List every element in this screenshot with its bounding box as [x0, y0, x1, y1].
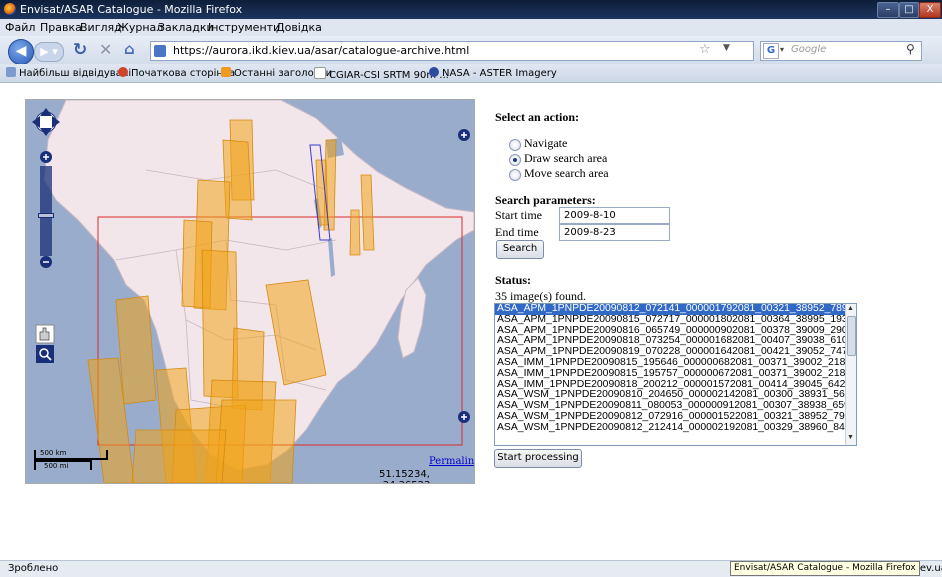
page-icon	[314, 67, 326, 79]
address-url: https://aurora.ikd.kiev.ua/asar/catalogu…	[173, 44, 470, 57]
draw-search-area-label[interactable]: Draw search area	[524, 151, 607, 166]
window-title: Envisat/ASAR Catalogue - Mozilla Firefox	[20, 3, 243, 16]
move-search-area-radio[interactable]	[509, 169, 521, 181]
scroll-down-icon[interactable]: ▼	[847, 434, 854, 441]
mouse-coordinates: 51.15234, -34.36523	[379, 469, 430, 483]
firefox-icon	[4, 3, 16, 15]
result-item[interactable]: ASA_APM_1PNPDE20090815_072717_0000018020…	[495, 314, 856, 326]
bookmark-home-page[interactable]: Початкова сторінка	[118, 67, 235, 79]
start-processing-button[interactable]: Start processing	[494, 449, 582, 468]
window-title-bar: Envisat/ASAR Catalogue - Mozilla Firefox…	[0, 0, 942, 19]
map-view[interactable]: 500 km 500 mi Permalink 51.15234, -34.36…	[25, 99, 475, 484]
result-item[interactable]: ASA_IMM_1PNPDE20090815_195757_0000006720…	[495, 368, 856, 380]
search-button[interactable]: Search	[496, 240, 544, 259]
zoom-bar[interactable]	[38, 151, 54, 268]
params-heading: Search parameters:	[495, 193, 596, 207]
maximize-button[interactable]: □	[899, 2, 919, 18]
back-button[interactable]: ◀	[8, 39, 34, 65]
scale-mi: 500 mi	[44, 462, 69, 470]
bookmark-most-visited[interactable]: Найбільш відвідувані	[6, 67, 131, 79]
result-item[interactable]: ASA_WSM_1PNPDE20090812_212414_0000021920…	[495, 422, 856, 434]
navigate-radio[interactable]	[509, 139, 521, 151]
menu-bookmarks[interactable]: Закладки	[158, 21, 214, 34]
results-scrollbar[interactable]: ▲ ▼	[845, 304, 856, 445]
menu-bar: Файл Правка Вигляд Журнал Закладки Інстр…	[0, 19, 942, 36]
scroll-up-icon[interactable]: ▲	[847, 305, 854, 312]
overview-map-icon[interactable]	[458, 411, 470, 423]
status-text: 35 image(s) found.	[495, 289, 586, 303]
stop-icon[interactable]: ✕	[99, 40, 112, 59]
end-time-input[interactable]: 2009-8-23	[559, 224, 670, 241]
forward-button[interactable]: ▶ ▾	[34, 42, 64, 62]
close-window-button[interactable]: X	[919, 2, 941, 18]
permalink-link[interactable]: Permalink	[429, 456, 474, 467]
menu-tools[interactable]: Інструменти	[208, 21, 280, 34]
nasa-icon	[429, 67, 439, 77]
start-time-label: Start time	[495, 208, 542, 222]
menu-edit[interactable]: Правка	[40, 21, 82, 34]
site-favicon-icon	[154, 45, 166, 57]
end-time-label: End time	[495, 225, 539, 239]
menu-history[interactable]: Журнал	[117, 21, 163, 34]
search-icon[interactable]: ⚲	[906, 42, 915, 56]
search-box[interactable]: G ▾ Google ⚲	[760, 41, 922, 61]
taskbar-tooltip: Envisat/ASAR Catalogue - Mozilla Firefox	[730, 561, 920, 576]
scroll-thumb[interactable]	[847, 316, 856, 356]
hand-tool-icon[interactable]	[35, 324, 55, 344]
menu-help[interactable]: Довідка	[276, 21, 322, 34]
search-engine-icon[interactable]: G	[763, 43, 779, 59]
status-text-bar: Зроблено	[8, 563, 59, 574]
home-icon[interactable]: ⌂	[124, 40, 135, 58]
search-placeholder: Google	[791, 44, 827, 55]
move-search-area-label[interactable]: Move search area	[524, 166, 609, 181]
page-icon	[6, 67, 16, 77]
bookmark-star-icon[interactable]: ☆	[699, 42, 711, 57]
start-time-input[interactable]: 2009-8-10	[559, 207, 670, 224]
navigate-label[interactable]: Navigate	[524, 136, 567, 151]
bookmark-nasa-aster[interactable]: NASA - ASTER Imagery	[429, 67, 557, 79]
zoom-box-icon[interactable]	[36, 345, 54, 363]
forward-arrow-icon: ▶ ▾	[40, 45, 58, 58]
bookmarks-toolbar: Найбільш відвідувані Початкова сторінка …	[0, 64, 942, 83]
status-heading: Status:	[495, 273, 532, 287]
results-listbox[interactable]: ASA_APM_1PNPDE20090812_072141_0000017920…	[494, 303, 857, 446]
map-canvas[interactable]	[26, 100, 474, 483]
action-heading: Select an action:	[495, 110, 579, 124]
menu-file[interactable]: Файл	[5, 21, 35, 34]
reload-icon[interactable]: ↻	[73, 40, 87, 60]
draw-search-area-radio[interactable]	[509, 154, 521, 166]
back-arrow-icon: ◀	[15, 43, 27, 59]
search-engine-dropdown-icon[interactable]: ▾	[780, 45, 784, 54]
firefox-icon	[118, 67, 128, 77]
address-bar[interactable]: https://aurora.ikd.kiev.ua/asar/catalogu…	[150, 41, 754, 61]
layer-switcher-icon[interactable]	[458, 129, 470, 141]
chevron-down-icon[interactable]: ▼	[723, 43, 730, 53]
rss-icon	[221, 67, 231, 77]
menu-view[interactable]: Вигляд	[80, 21, 122, 34]
scale-km: 500 km	[40, 449, 67, 457]
scale-bar: 500 km 500 mi	[34, 449, 114, 476]
minimize-button[interactable]: –	[877, 2, 899, 18]
